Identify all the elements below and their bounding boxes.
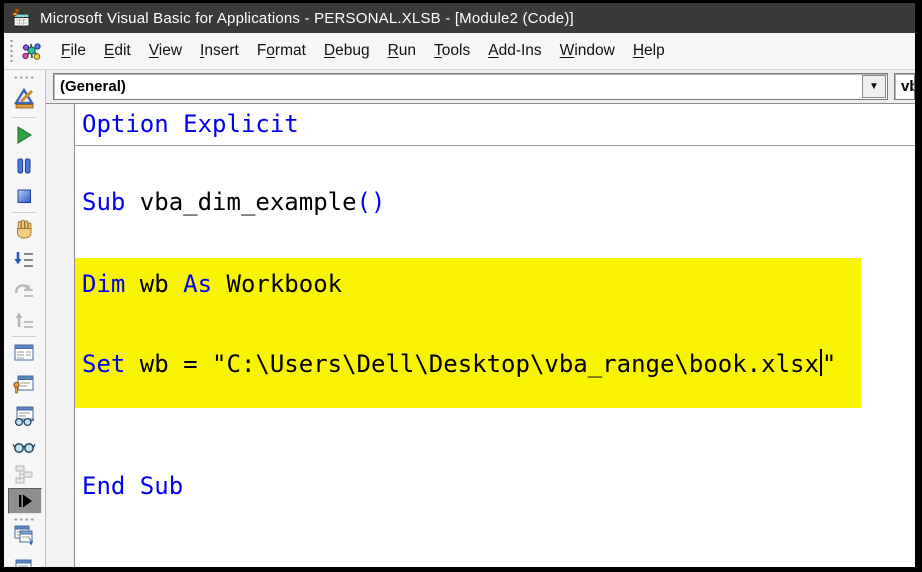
menu-item-view[interactable]: View	[140, 37, 191, 65]
procedure-divider	[75, 145, 915, 146]
design-mode-icon	[12, 86, 36, 110]
quick-watch-icon	[12, 434, 36, 458]
title-bar: Microsoft Visual Basic for Applications …	[4, 3, 915, 33]
code-token: Workbook	[212, 270, 342, 298]
code-line[interactable]: Set wb = "C:\Users\Dell\Desktop\vba_rang…	[82, 348, 836, 380]
menu-item-help[interactable]: Help	[624, 37, 674, 65]
code-line[interactable]: Sub vba_dim_example()	[82, 186, 385, 218]
vba-editor-window: Microsoft Visual Basic for Applications …	[0, 0, 922, 572]
margin-indicator-bar[interactable]	[46, 104, 75, 567]
break-button[interactable]	[10, 153, 38, 179]
combo-row: (General) ▼ vb	[46, 70, 915, 104]
code-line[interactable]: Option Explicit	[82, 108, 299, 140]
window-inner: Microsoft Visual Basic for Applications …	[4, 3, 915, 567]
menu-item-format[interactable]: Format	[248, 37, 315, 65]
body-row: (General) ▼ vb Option Explicit Sub vba_di…	[4, 70, 915, 567]
main-column: (General) ▼ vb Option Explicit Sub vba_di…	[46, 70, 915, 567]
menu-items: FileEditViewInsertFormatDebugRunToolsAdd…	[52, 37, 674, 65]
hand-icon	[13, 218, 35, 240]
keyword-token: As	[183, 270, 212, 298]
code-token: "	[822, 350, 836, 378]
code-token: wb = "C:\Users\Dell\Desktop\vba_range\bo…	[125, 350, 819, 378]
toolbar-overflow-button[interactable]	[8, 488, 42, 514]
chevron-down-icon: ▼	[869, 82, 879, 92]
step-into-button[interactable]	[10, 247, 38, 273]
code-window[interactable]: Option Explicit Sub vba_dim_example() Dim …	[46, 104, 915, 567]
debug-toolbar	[4, 70, 46, 567]
toolbar-grip[interactable]	[9, 40, 14, 62]
design-mode-button[interactable]	[10, 85, 38, 111]
menu-item-edit[interactable]: Edit	[95, 37, 140, 65]
quick-watch-button[interactable]	[10, 433, 38, 459]
object-dropdown-value: (General)	[54, 78, 862, 95]
run-button[interactable]	[10, 122, 38, 148]
immediate-window-icon	[12, 372, 36, 396]
procedure-dropdown-value: vb	[895, 78, 915, 95]
watch-window-button[interactable]	[10, 403, 38, 429]
keyword-token: Dim	[82, 270, 125, 298]
keyword-token: Set	[82, 350, 125, 378]
step-out-icon	[13, 309, 35, 331]
code-token: vba_dim_example	[125, 188, 356, 216]
overflow-arrow-icon	[16, 493, 34, 509]
menu-item-window[interactable]: Window	[551, 37, 624, 65]
menu-item-tools[interactable]: Tools	[425, 37, 479, 65]
menu-item-file[interactable]: File	[52, 37, 95, 65]
run-icon	[13, 124, 35, 146]
step-into-icon	[13, 249, 35, 271]
reset-icon	[13, 185, 35, 207]
code-token: wb	[125, 270, 183, 298]
code-line[interactable]: Dim wb As Workbook	[82, 268, 342, 300]
keyword-token: ()	[357, 188, 386, 216]
menu-item-debug[interactable]: Debug	[315, 37, 379, 65]
toolbar-separator	[12, 117, 36, 118]
break-icon	[13, 155, 35, 177]
call-stack-button[interactable]	[10, 461, 38, 487]
window-down-arrow-icon	[12, 557, 36, 567]
immediate-window-button[interactable]	[10, 371, 38, 397]
step-out-button[interactable]	[10, 307, 38, 333]
vba-app-icon	[10, 7, 32, 29]
properties-window-button[interactable]	[10, 556, 38, 567]
object-dropdown[interactable]: (General) ▼	[53, 73, 888, 100]
locals-window-icon	[12, 341, 36, 365]
menu-bar: FileEditViewInsertFormatDebugRunToolsAdd…	[4, 33, 915, 70]
keyword-token: Option Explicit	[82, 110, 299, 138]
call-stack-icon	[12, 462, 36, 486]
procedure-dropdown[interactable]: vb	[894, 73, 915, 100]
menu-item-run[interactable]: Run	[379, 37, 425, 65]
window-with-arrow-icon	[12, 523, 36, 547]
step-over-icon	[13, 279, 35, 301]
toolbar-separator	[12, 212, 36, 213]
keyword-token: Sub	[82, 188, 125, 216]
reset-button[interactable]	[10, 183, 38, 209]
toolbar-separator	[12, 336, 36, 337]
object-dropdown-button[interactable]: ▼	[862, 75, 886, 98]
watch-window-icon	[12, 404, 36, 428]
toolbar-grip[interactable]	[13, 75, 35, 80]
locals-window-button[interactable]	[10, 340, 38, 366]
window-title: Microsoft Visual Basic for Applications …	[40, 10, 574, 27]
keyword-token: End Sub	[82, 472, 183, 500]
menu-item-addins[interactable]: Add-Ins	[479, 37, 550, 65]
view-microsoft-excel-icon[interactable]	[20, 39, 44, 63]
project-explorer-button[interactable]	[10, 522, 38, 548]
code-line[interactable]: End Sub	[82, 470, 183, 502]
break-on-errors-button[interactable]	[10, 216, 38, 242]
step-over-button[interactable]	[10, 277, 38, 303]
menu-item-insert[interactable]: Insert	[191, 37, 248, 65]
